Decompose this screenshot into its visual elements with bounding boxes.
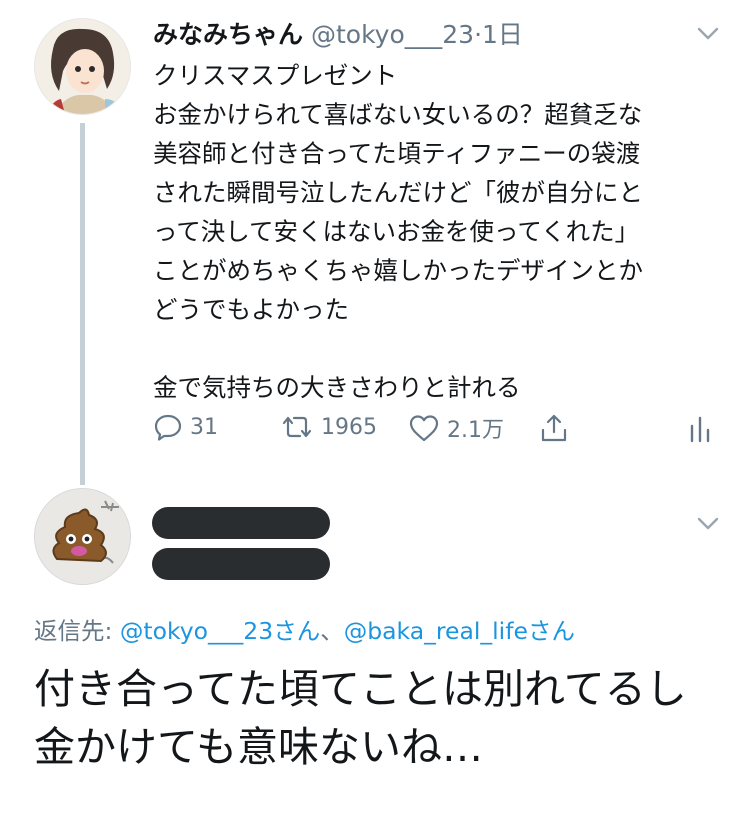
avatar-illustration <box>35 19 130 114</box>
share-button[interactable] <box>538 412 570 444</box>
redacted-display-name <box>152 507 330 539</box>
retweet-icon <box>282 416 312 438</box>
reply-to-line: 返信先: @tokyo___23さん、@baka_real_lifeさん <box>34 612 575 646</box>
avatar[interactable] <box>34 18 131 115</box>
chevron-down-icon[interactable] <box>696 516 720 536</box>
like-count: 2.1万 <box>447 418 504 443</box>
retweet-count: 1965 <box>321 414 377 440</box>
analytics-icon <box>690 416 710 443</box>
like-button[interactable]: 2.1万 <box>408 412 504 444</box>
mention-link[interactable]: @baka_real_lifeさん <box>344 617 575 645</box>
tweet-actions: 31 1965 2.1万 <box>0 412 750 452</box>
mention-link[interactable]: @tokyo___23さん <box>120 617 320 645</box>
like-icon <box>409 415 439 442</box>
reply-icon <box>154 414 182 441</box>
reply-text: 付き合ってた頃てことは別れてるし金かけても意味ないね… <box>34 665 687 771</box>
analytics-button[interactable] <box>688 412 712 444</box>
timestamp[interactable]: 1日 <box>482 20 523 49</box>
reply-button[interactable]: 31 <box>153 412 218 442</box>
retweet-button[interactable]: 1965 <box>280 412 377 442</box>
redacted-handle <box>152 548 330 580</box>
chevron-down-icon[interactable] <box>696 26 720 46</box>
display-name[interactable]: みなみちゃん <box>153 20 303 49</box>
user-handle[interactable]: @tokyo___23 <box>311 20 474 49</box>
reply-avatar[interactable] <box>34 488 131 585</box>
share-icon <box>541 414 567 442</box>
poop-avatar-illustration <box>35 489 130 584</box>
tweet-text: クリスマスプレゼント お金かけられて喜ばない女いるの？超貧乏な 美容師と付き合っ… <box>153 61 643 402</box>
reply-to-label: 返信先: <box>34 617 120 645</box>
tweet-header: みなみちゃん @tokyo___23·1日 <box>153 18 523 52</box>
mention-separator: 、 <box>320 617 344 645</box>
separator-dot: · <box>474 20 483 49</box>
reply-count: 31 <box>190 414 218 440</box>
